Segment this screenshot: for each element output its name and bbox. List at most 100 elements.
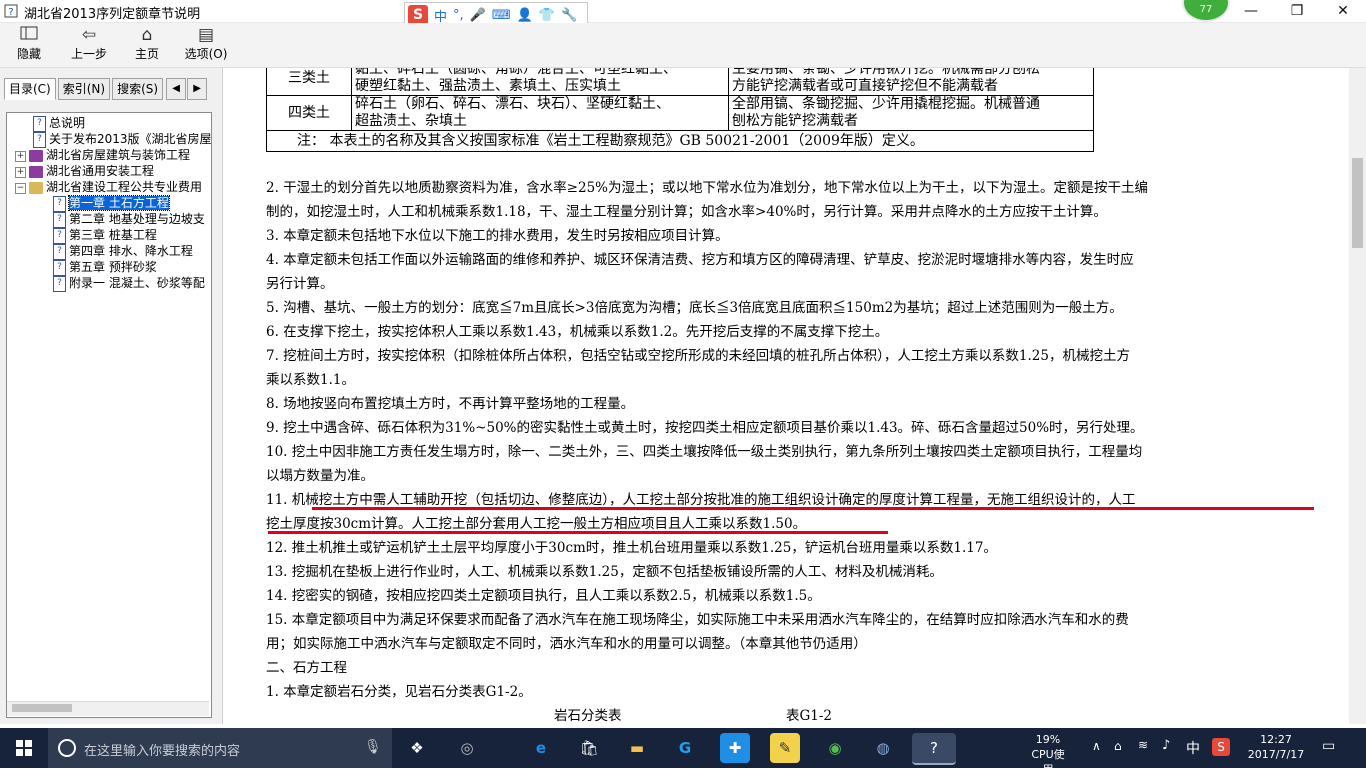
help-page-icon: ? <box>53 227 66 244</box>
paragraph: 4. 本章定额未包括工作面以外运输路面的维修和养护、城区环保清洁费、挖方和填方区… <box>266 252 1134 268</box>
file-explorer-icon[interactable]: ▬ <box>622 733 652 763</box>
tab-search[interactable]: 搜索(S) <box>112 78 164 100</box>
app-green-icon[interactable]: ◉ <box>820 733 850 763</box>
back-label: 上一步 <box>70 47 107 61</box>
help-page-icon: ? <box>53 195 66 212</box>
tree-item-label: 第一章 土石方工程 <box>68 195 170 211</box>
cpu-usage[interactable]: 19% CPU使用 <box>1026 732 1070 777</box>
taskbar-search-box[interactable]: 在这里输入你要搜索的内容 🎙 <box>48 728 392 768</box>
windows-start-icon[interactable] <box>0 728 48 768</box>
tree-item-label: 第三章 桩基工程 <box>69 228 157 242</box>
microphone-icon[interactable]: 🎙 <box>364 739 382 755</box>
window-title: 湖北省2013序列定额章节说明 <box>24 7 201 22</box>
cell-line: 硬塑红黏土、强盐渍土、素填土、压实填土 <box>355 78 621 94</box>
minimize-button[interactable]: — <box>1228 0 1274 22</box>
table-caption-title: 岩石分类表 <box>554 708 622 724</box>
tree-item[interactable]: ? 第四章 排水、降水工程 <box>53 243 193 260</box>
paragraph: 10. 挖土中因非施工方责任发生塌方时，除一、二类土外，三、四类土壤按降低一级土… <box>266 444 1143 460</box>
edge-icon[interactable]: e <box>526 733 556 763</box>
close-button[interactable]: ✕ <box>1320 0 1366 22</box>
table-note: 注： 本表土的名称及其含义按国家标准《岩土工程勘察规范》GB 50021-200… <box>266 130 1094 152</box>
back-button[interactable]: ⇦ 上一步 <box>66 25 112 65</box>
tools-icon[interactable]: 🔧 <box>561 8 577 23</box>
expand-icon[interactable]: + <box>15 167 26 178</box>
microphone-icon[interactable]: 🎤 <box>470 8 486 23</box>
tab-scroll-left-icon[interactable]: ◀ <box>166 78 187 100</box>
wifi-icon[interactable]: ≋ <box>1138 738 1148 752</box>
paragraph: 另行计算。 <box>266 276 334 292</box>
tree-item-label: 第四章 排水、降水工程 <box>69 244 193 258</box>
options-button[interactable]: ▤ 选项(O) <box>182 25 230 65</box>
browser-icon[interactable]: ◎ <box>452 733 482 763</box>
tab-scroll-right-icon[interactable]: ▶ <box>187 78 208 100</box>
paragraph: 乘以系数1.1。 <box>266 372 355 388</box>
tree-item[interactable]: 湖北省通用安装工程 <box>29 163 154 179</box>
hide-button[interactable]: 隐藏 <box>8 25 50 65</box>
tree-item[interactable]: ? 附录一 混凝土、砂浆等配 <box>53 275 205 292</box>
tree-item[interactable]: 湖北省房屋建筑与装饰工程 <box>29 147 190 163</box>
skin-icon[interactable]: 👕 <box>539 8 555 23</box>
help-page-icon: ? <box>33 131 46 148</box>
tree-item[interactable]: 湖北省建设工程公共专业费用 <box>29 179 202 195</box>
cell-line: 碎石土（卵石、碎石、漂石、块石）、坚硬红黏土、 <box>355 96 670 112</box>
clock[interactable]: 12:27 2017/7/17 <box>1244 732 1308 762</box>
tree-item[interactable]: ? 关于发布2013版《湖北省房屋 <box>33 131 211 148</box>
paragraph: 6. 在支撑下挖土，按实挖体积人工乘以系数1.43，机械乘以系数1.2。先开挖后… <box>266 324 889 340</box>
tab-contents[interactable]: 目录(C) <box>4 78 56 100</box>
ime-logo-icon[interactable]: S <box>408 5 428 25</box>
ime-lang-toggle[interactable]: 中 <box>434 6 447 25</box>
paragraph: 用；如实际施工中洒水汽车与定额取定不同时，洒水汽车和水的用量可以调整。（本章其他… <box>266 636 867 652</box>
tree-item[interactable]: ? 第二章 地基处理与边坡支 <box>53 211 205 228</box>
cell-line: 全部用镐、条锄挖掘、少许用撬棍挖掘。机械普通 <box>732 96 1040 112</box>
notification-center-icon[interactable]: ▭ <box>1322 738 1335 754</box>
keyboard-icon[interactable]: ⌨ <box>492 8 511 23</box>
task-view-icon[interactable]: ❖ <box>402 733 432 763</box>
taskbar: 在这里输入你要搜索的内容 🎙 ❖ ◎ e 🛍 ▬ G ✚ ✎ ◉ ◍ ? 19%… <box>0 728 1366 776</box>
app-g-icon[interactable]: G <box>670 733 700 763</box>
book-icon <box>29 165 43 178</box>
tree-item-selected[interactable]: ? 第一章 土石方工程 <box>53 195 170 212</box>
home-button[interactable]: ⌂ 主页 <box>126 25 168 65</box>
tree-scroll-thumb[interactable] <box>12 704 72 712</box>
paragraph: 5. 沟槽、基坑、一般土方的划分：底宽≦7m且底长>3倍底宽为沟槽；底长≦3倍底… <box>266 300 1123 316</box>
store-icon[interactable]: 🛍 <box>574 733 604 763</box>
user-icon[interactable]: 👤 <box>517 8 533 23</box>
table-row: 注： 本表土的名称及其含义按国家标准《岩土工程勘察规范》GB 50021-200… <box>266 130 1094 152</box>
section-heading: 二、石方工程 <box>266 660 347 676</box>
volume-icon[interactable]: ♪ <box>1162 738 1170 753</box>
paragraph: 13. 挖掘机在垫板上进行作业时，人工、机械乘以系数1.25，定额不包括垫板铺设… <box>266 564 943 580</box>
content-scroll-thumb[interactable] <box>1352 158 1363 248</box>
table-cell: 碎石土（卵石、碎石、漂石、块石）、坚硬红黏土、 超盐渍土、杂填土 <box>351 95 729 131</box>
cell-line: 方能铲挖满载者或可直接铲挖但不能满载者 <box>732 78 998 94</box>
sogou-tray-icon[interactable]: S <box>1212 738 1230 756</box>
home-icon: ⌂ <box>141 25 153 45</box>
maximize-button[interactable]: ❐ <box>1274 0 1320 22</box>
app-plus-icon[interactable]: ✚ <box>720 733 750 763</box>
notes-icon[interactable]: ✎ <box>770 733 800 763</box>
tree-item[interactable]: ? 第三章 桩基工程 <box>53 227 157 244</box>
tab-index[interactable]: 索引(N) <box>57 78 111 100</box>
hide-label: 隐藏 <box>16 47 41 61</box>
ime-punct-toggle[interactable]: °, <box>453 8 464 23</box>
cpu-label: CPU使用 <box>1031 748 1065 776</box>
help-page-icon: ? <box>53 211 66 228</box>
tree-item-label: 第二章 地基处理与边坡支 <box>69 212 205 226</box>
paragraph: 7. 挖桩间土方时，按实挖体积（扣除桩体所占体积，包括空钻或空挖所形成的未经回填… <box>266 348 1130 364</box>
tree-item[interactable]: ? 第五章 预拌砂浆 <box>53 259 157 276</box>
expand-icon[interactable]: + <box>15 151 26 162</box>
collapse-icon[interactable]: − <box>15 183 26 194</box>
table-row: 四类土 碎石土（卵石、碎石、漂石、块石）、坚硬红黏土、 超盐渍土、杂填土 全部用镐… <box>266 95 1094 131</box>
help-viewer-task-icon[interactable]: ? <box>912 733 956 765</box>
home-label: 主页 <box>134 47 159 61</box>
globe-icon[interactable]: ◍ <box>868 733 898 763</box>
paragraph: 8. 场地按竖向布置挖填土方时，不再计算平整场地的工程量。 <box>266 396 635 412</box>
paragraph: 2. 干湿土的划分首先以地质勘察资料为准，含水率≥25%为湿土；或以地下常水位为… <box>266 180 1148 196</box>
network-icon[interactable]: ⌂ <box>1114 739 1122 753</box>
table-cell: 主要用镐、条锄、少许用锹开挖。机械需部分刨松 方能铲挖满载者或可直接铲挖但不能满载… <box>728 68 1094 96</box>
tray-chevron-icon[interactable]: ∧ <box>1092 739 1101 753</box>
table-cell: 全部用镐、条锄挖掘、少许用撬棍挖掘。机械普通 刨松方能铲挖满载者 <box>728 95 1094 131</box>
paragraph: 1. 本章定额岩石分类，见岩石分类表G1-2。 <box>266 684 532 700</box>
tree-item[interactable]: ? 总说明 <box>33 115 85 132</box>
cell-line: 刨松方能铲挖满载者 <box>732 113 858 129</box>
ime-lang-indicator[interactable]: 中 <box>1186 738 1200 758</box>
